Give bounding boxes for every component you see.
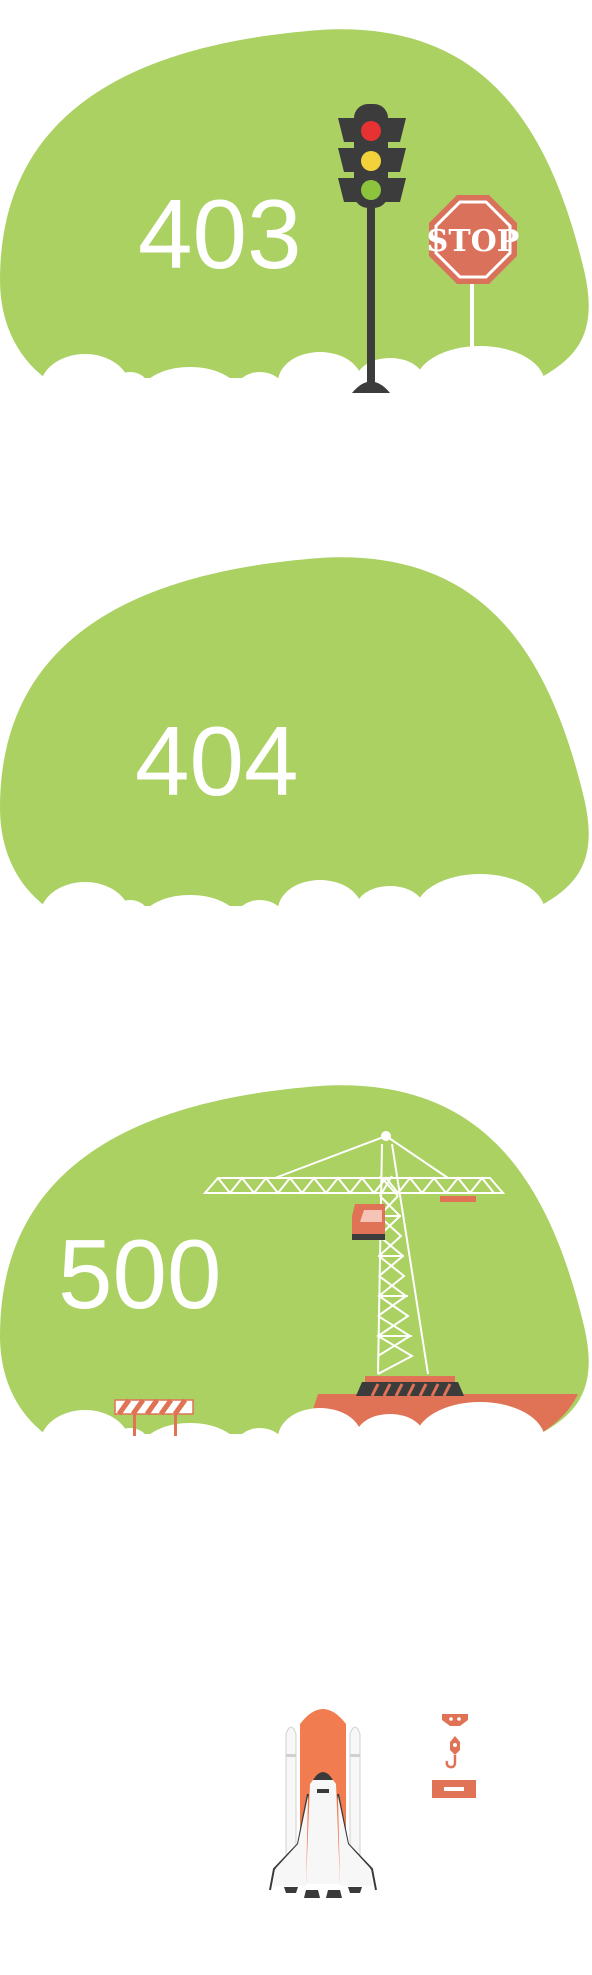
- error-500-svg: 500: [0, 1085, 592, 1476]
- yellow-light: [361, 151, 381, 171]
- error-404-svg: 404: [0, 557, 592, 948]
- green-light: [361, 180, 381, 200]
- crane-hook-icon: [432, 1714, 476, 1798]
- error-403-illustration: 403 STOP: [0, 0, 592, 420]
- error-code-403: 403: [138, 179, 302, 289]
- counterweight: [440, 1196, 476, 1202]
- stop-sign-text: STOP: [427, 224, 520, 259]
- crane-top: [381, 1131, 391, 1141]
- crane-cabin-icon: [352, 1204, 385, 1240]
- error-code-500: 500: [58, 1219, 222, 1329]
- error-code-404: 404: [135, 706, 299, 816]
- error-404-illustration: 404: [0, 528, 592, 948]
- error-403-svg: 403 STOP: [0, 29, 592, 420]
- crane-base: [356, 1376, 464, 1397]
- error-500-illustration: 500: [0, 1056, 592, 1476]
- next-illustration: [0, 1584, 592, 1975]
- shuttle-svg: [269, 1709, 476, 1898]
- red-light: [361, 121, 381, 141]
- space-shuttle-icon: [269, 1709, 377, 1898]
